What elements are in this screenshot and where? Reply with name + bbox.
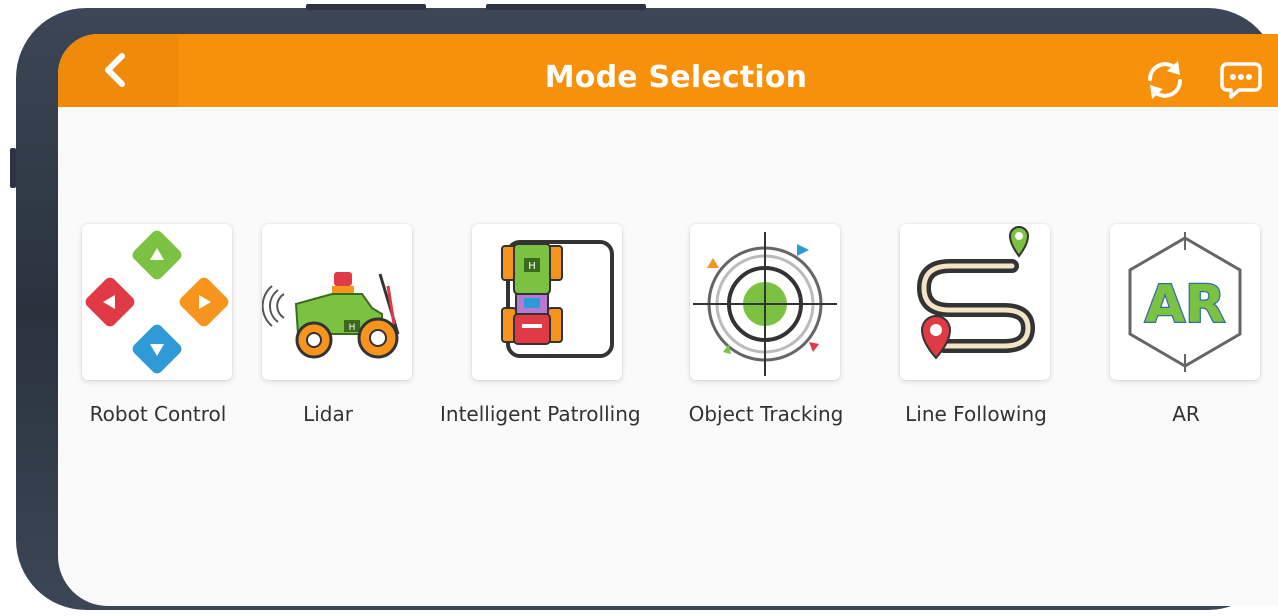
mode-label: Object Tracking xyxy=(688,402,844,426)
dpad-icon xyxy=(85,230,229,374)
mode-label: Line Following xyxy=(905,402,1047,426)
ar-icon-text: AR xyxy=(1145,275,1225,335)
mode-label: AR xyxy=(1172,402,1200,426)
header-bar: Mode Selection xyxy=(58,34,1278,107)
refresh-icon xyxy=(1148,61,1182,99)
chat-icon xyxy=(1220,62,1262,99)
mode-tile xyxy=(900,224,1050,380)
mode-tile xyxy=(690,224,840,380)
mode-label: Lidar xyxy=(303,402,353,426)
mode-tile: H xyxy=(472,224,622,380)
mode-tile: H xyxy=(262,224,412,380)
phone-side-button xyxy=(10,148,16,188)
mode-tile: AR xyxy=(1110,224,1260,380)
mode-label: Intelligent Patrolling xyxy=(440,402,641,426)
mode-grid: Robot Control H Lidar H Intelligent Patr… xyxy=(58,224,1278,444)
page-title: Mode Selection xyxy=(544,60,808,95)
svg-text:H: H xyxy=(528,261,536,272)
header-actions xyxy=(1140,50,1266,110)
mode-intelligent-patrolling[interactable]: H Intelligent Patrolling xyxy=(440,224,648,444)
mode-lidar[interactable]: H Lidar xyxy=(238,224,438,444)
mode-ar[interactable]: AR AR xyxy=(1086,224,1278,444)
lidar-robot-icon: H xyxy=(262,272,400,359)
phone-side-button xyxy=(486,4,646,10)
refresh-button[interactable] xyxy=(1140,55,1190,105)
route-path-icon xyxy=(916,226,1036,360)
svg-text:H: H xyxy=(349,323,356,333)
app-screen: Mode Selection Robot Control H Lidar H I… xyxy=(58,34,1278,606)
mode-line-following[interactable]: Line Following xyxy=(876,224,1076,444)
feedback-button[interactable] xyxy=(1216,55,1266,105)
mode-object-tracking[interactable]: Object Tracking xyxy=(666,224,866,444)
target-icon xyxy=(693,232,837,376)
phone-frame: Mode Selection Robot Control H Lidar H I… xyxy=(10,4,1278,610)
phone-side-button xyxy=(306,4,426,10)
ar-icon: AR xyxy=(1128,232,1242,372)
patrol-robot-icon: H xyxy=(501,240,614,358)
mode-tile xyxy=(82,224,232,380)
